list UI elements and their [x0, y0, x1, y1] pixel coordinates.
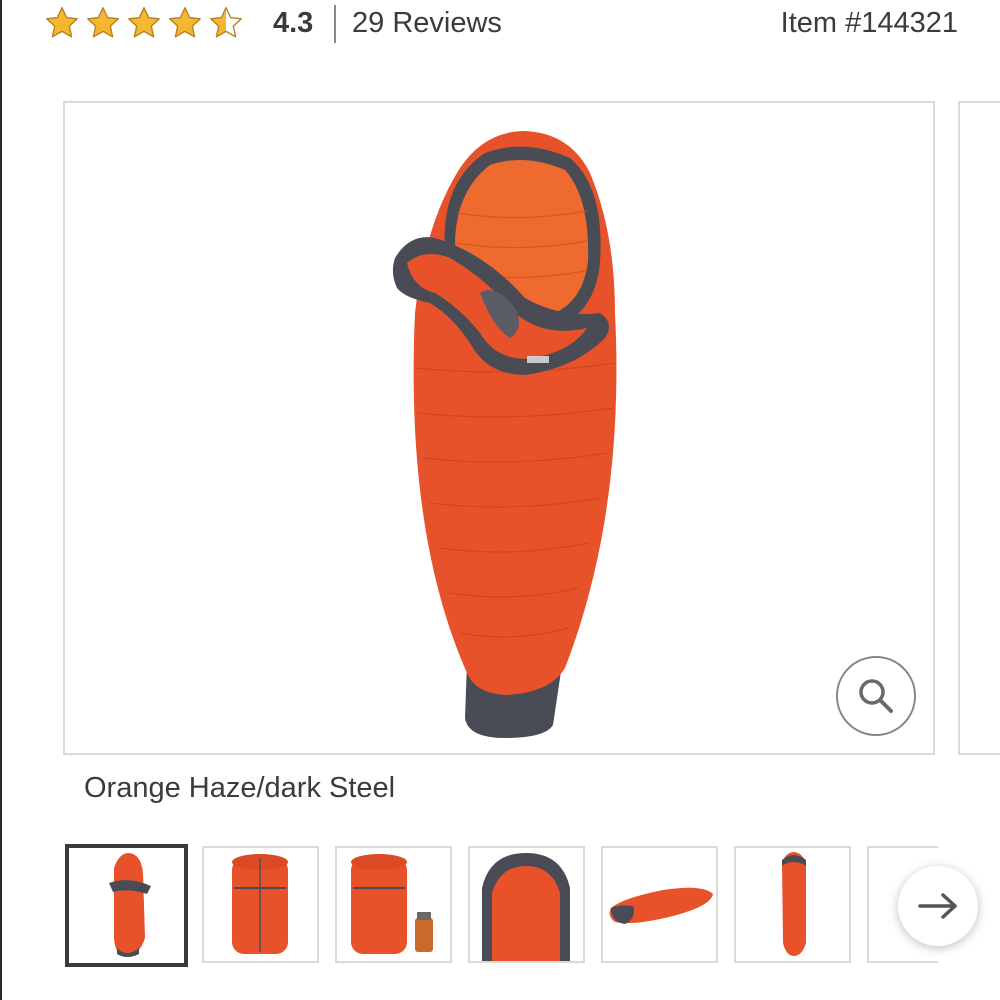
thumbnail-bag-lying-flat[interactable]	[601, 846, 718, 963]
main-product-image[interactable]	[63, 101, 935, 755]
window-edge	[0, 0, 2, 1000]
reviews-link[interactable]: 29 Reviews	[352, 7, 502, 40]
star-icon	[128, 7, 160, 38]
next-image-peek[interactable]	[958, 101, 1000, 755]
thumbnail-image	[482, 853, 570, 961]
thumbnail-sleeping-bag-front[interactable]	[65, 844, 188, 967]
thumbnail-bag-full-length[interactable]	[734, 846, 851, 963]
rating-row: 4.3 29 Reviews Item #144321	[44, 0, 964, 50]
star-icon	[169, 7, 201, 38]
thumbnail-stuff-sack-with-bottle[interactable]	[335, 846, 452, 963]
next-thumbnails-button[interactable]	[898, 866, 978, 946]
thumbnail-image	[351, 854, 433, 954]
sleeping-bag-image	[392, 131, 617, 738]
rating-divider	[334, 5, 336, 43]
item-number: Item #144321	[780, 7, 958, 39]
color-name: Orange Haze/dark Steel	[84, 772, 396, 804]
star-rating[interactable]	[44, 5, 244, 41]
star-half-icon	[210, 7, 242, 38]
star-icon	[46, 7, 78, 38]
rating-value: 4.3	[273, 7, 314, 39]
search-icon	[859, 679, 893, 713]
thumbnail-hood-closeup[interactable]	[468, 846, 585, 963]
star-icon	[87, 7, 119, 38]
thumbnail-strip	[65, 844, 938, 968]
thumbnail-image	[109, 853, 151, 957]
zoom-button[interactable]	[836, 656, 916, 736]
thumbnail-image	[232, 854, 288, 954]
thumbnail-image	[782, 852, 806, 956]
arrow-right-icon	[918, 893, 957, 919]
thumbnail-image	[609, 887, 713, 924]
thumbnail-stuff-sack[interactable]	[202, 846, 319, 963]
